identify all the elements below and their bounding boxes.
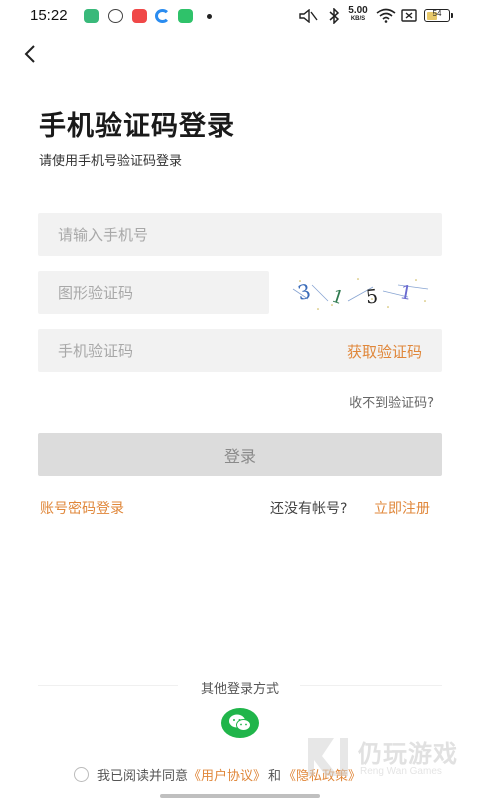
sms-code-field[interactable]: 获取验证码 [38,329,442,372]
wifi-icon [376,8,396,23]
captcha-input[interactable] [38,271,269,314]
no-account-text: 还没有帐号? [270,501,348,517]
store-app-icon [178,9,193,23]
wechat-icon [229,714,251,731]
user-agreement-link[interactable]: 《用户协议》 [188,765,266,784]
home-indicator[interactable] [160,794,320,798]
sim-off-icon [401,9,417,22]
back-button[interactable] [16,40,44,68]
password-login-link[interactable]: 账号密码登录 [40,498,124,518]
captcha-field[interactable] [38,271,269,314]
video-app-icon [132,9,147,23]
battery-icon: 54 [424,9,453,22]
notification-dot [207,14,212,19]
status-time: 15:22 [30,7,68,24]
agreement-and: 和 [268,768,282,784]
status-bar: 15:22 5.00 KB/S 54 [0,0,480,32]
register-link[interactable]: 立即注册 [374,498,430,518]
captcha-image[interactable]: 3 1 5 1 [288,271,438,314]
wechat-login-button[interactable] [221,708,259,738]
agreement-prefix: 我已阅读并同意 [97,768,189,784]
login-button[interactable]: 登录 [38,433,442,476]
watermark-logo-icon [308,738,348,776]
page-subtitle: 请使用手机号验证码登录 [39,154,183,169]
watermark: 仍玩游戏 Reng Wan Games [298,732,468,784]
captcha-char-1: 3 [295,279,312,305]
other-login-label: 其他登录方式 [200,682,279,697]
sms-code-input[interactable] [38,329,298,372]
shield-app-icon [84,9,99,23]
network-speed: 5.00 KB/S [348,5,368,23]
get-code-button[interactable]: 获取验证码 [347,341,422,362]
phone-input[interactable] [38,213,442,256]
chat-app-icon [108,9,123,23]
captcha-char-2: 1 [329,286,346,310]
browser-app-icon [155,9,170,23]
phone-field[interactable] [38,213,442,256]
battery-level: 54 [432,9,442,18]
no-code-link[interactable]: 收不到验证码? [349,392,434,411]
mute-icon [299,9,318,23]
captcha-char-4: 1 [398,281,414,305]
watermark-subtext: Reng Wan Games [360,766,442,777]
agreement-radio[interactable] [74,766,89,782]
captcha-char-3: 5 [365,285,379,308]
page-title: 手机验证码登录 [39,111,235,142]
watermark-text: 仍玩游戏 [358,740,458,768]
bluetooth-icon [329,8,340,24]
chevron-left-icon [24,45,35,63]
